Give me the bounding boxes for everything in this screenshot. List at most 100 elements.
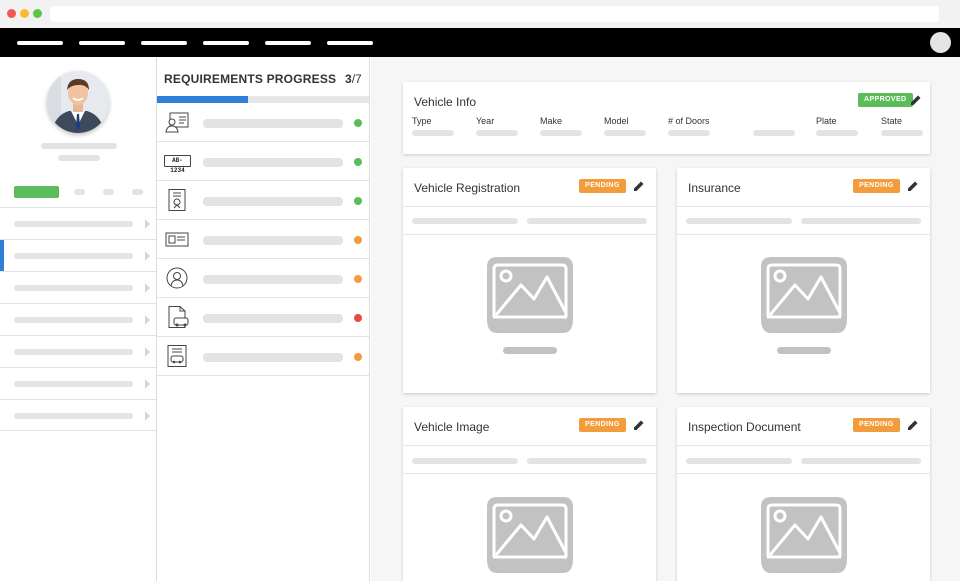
person-badge-icon <box>166 267 188 289</box>
field-placeholder <box>412 218 518 224</box>
card-title: Vehicle Image <box>414 420 490 434</box>
requirement-row[interactable] <box>157 220 369 259</box>
value-placeholder <box>604 130 646 136</box>
car-document-icon <box>168 306 189 328</box>
column-label-plate: Plate <box>816 116 837 126</box>
card-title: Inspection Document <box>688 420 801 434</box>
image-placeholder-icon[interactable] <box>761 497 847 581</box>
field-placeholder <box>801 458 921 464</box>
field-placeholder <box>686 458 792 464</box>
sidebar-item-active[interactable] <box>0 239 156 272</box>
vehicle-registration-card: Vehicle Registration PENDING <box>403 168 656 393</box>
profile-photo <box>47 71 109 133</box>
sidebar-item[interactable] <box>0 207 156 239</box>
requirement-row[interactable] <box>157 181 369 220</box>
sidebar-item[interactable] <box>0 399 156 431</box>
image-placeholder-icon[interactable] <box>487 497 573 581</box>
chevron-right-icon <box>145 283 150 293</box>
chevron-right-icon <box>145 411 150 421</box>
approved-badge: APPROVED <box>858 93 913 107</box>
nav-item[interactable] <box>79 41 125 45</box>
close-window-button[interactable] <box>7 9 16 18</box>
edit-icon[interactable] <box>910 94 922 106</box>
status-dot <box>354 353 362 361</box>
requirement-placeholder <box>203 197 343 206</box>
sidebar-item[interactable] <box>0 367 156 399</box>
card-icon <box>165 232 189 247</box>
status-dot <box>354 158 362 166</box>
address-bar[interactable] <box>50 6 939 22</box>
chevron-right-icon <box>145 379 150 389</box>
image-placeholder-icon[interactable] <box>761 257 847 357</box>
requirement-row[interactable] <box>157 259 369 298</box>
nav-item[interactable] <box>141 41 187 45</box>
column-label-state: State <box>881 116 903 126</box>
requirement-row[interactable]: AB-1234 <box>157 142 369 181</box>
requirement-row[interactable] <box>157 103 369 142</box>
nav-item[interactable] <box>203 41 249 45</box>
chevron-right-icon <box>145 219 150 229</box>
sidebar-item[interactable] <box>0 303 156 335</box>
top-navigation <box>0 28 960 57</box>
requirement-placeholder <box>203 314 343 323</box>
status-dot <box>354 197 362 205</box>
requirement-row[interactable] <box>157 337 369 376</box>
inspection-document-card: Inspection Document PENDING <box>677 407 930 581</box>
pending-badge: PENDING <box>853 418 900 432</box>
edit-icon[interactable] <box>633 180 645 192</box>
column-label-type: Type <box>412 116 432 126</box>
requirements-progress-bar <box>157 96 369 103</box>
vehicle-info-title: Vehicle Info <box>414 95 477 109</box>
browser-chrome <box>0 0 960 28</box>
profile-role-placeholder <box>58 155 100 161</box>
status-dot <box>354 275 362 283</box>
column-label-doors: # of Doors <box>668 116 710 126</box>
maximize-window-button[interactable] <box>33 9 42 18</box>
value-placeholder <box>668 130 710 136</box>
requirements-done-count: 3 <box>345 72 352 86</box>
requirements-title: REQUIREMENTS PROGRESS <box>164 72 337 86</box>
card-title: Vehicle Registration <box>414 181 521 195</box>
requirements-count: 3/7 <box>345 72 362 86</box>
license-plate-text: AB-1234 <box>170 157 185 174</box>
edit-icon[interactable] <box>907 419 919 431</box>
status-tab[interactable] <box>74 189 85 195</box>
requirement-row[interactable] <box>157 298 369 337</box>
sidebar-item[interactable] <box>0 335 156 367</box>
status-tab[interactable] <box>132 189 143 195</box>
requirements-panel: REQUIREMENTS PROGRESS 3/7 AB-1234 <box>157 57 370 581</box>
chevron-right-icon <box>145 347 150 357</box>
nav-item[interactable] <box>327 41 373 45</box>
value-placeholder <box>753 130 795 136</box>
requirement-placeholder <box>203 119 343 128</box>
main-content: Vehicle Info APPROVED Type Year Make Mod… <box>371 57 960 581</box>
edit-icon[interactable] <box>633 419 645 431</box>
status-dot <box>354 314 362 322</box>
user-avatar[interactable] <box>930 32 951 53</box>
nav-item[interactable] <box>17 41 63 45</box>
minimize-window-button[interactable] <box>20 9 29 18</box>
field-placeholder <box>527 218 647 224</box>
value-placeholder <box>881 130 923 136</box>
sidebar-item[interactable] <box>0 271 156 303</box>
requirements-total-count: /7 <box>351 72 362 86</box>
pending-badge: PENDING <box>579 179 626 193</box>
pending-badge: PENDING <box>579 418 626 432</box>
nav-item[interactable] <box>265 41 311 45</box>
insurance-card: Insurance PENDING <box>677 168 930 393</box>
status-tab-active[interactable] <box>14 186 59 198</box>
card-title: Insurance <box>688 181 741 195</box>
value-placeholder <box>412 130 454 136</box>
requirement-placeholder <box>203 236 343 245</box>
edit-icon[interactable] <box>907 180 919 192</box>
status-tab[interactable] <box>103 189 114 195</box>
chevron-right-icon <box>145 251 150 261</box>
chevron-right-icon <box>145 315 150 325</box>
vehicle-info-card: Vehicle Info APPROVED Type Year Make Mod… <box>403 82 930 154</box>
status-dot <box>354 236 362 244</box>
certificate-icon <box>168 189 186 211</box>
column-label-model: Model <box>604 116 629 126</box>
requirement-placeholder <box>203 158 343 167</box>
image-placeholder-icon[interactable] <box>487 257 573 357</box>
vehicle-image-card: Vehicle Image PENDING <box>403 407 656 581</box>
